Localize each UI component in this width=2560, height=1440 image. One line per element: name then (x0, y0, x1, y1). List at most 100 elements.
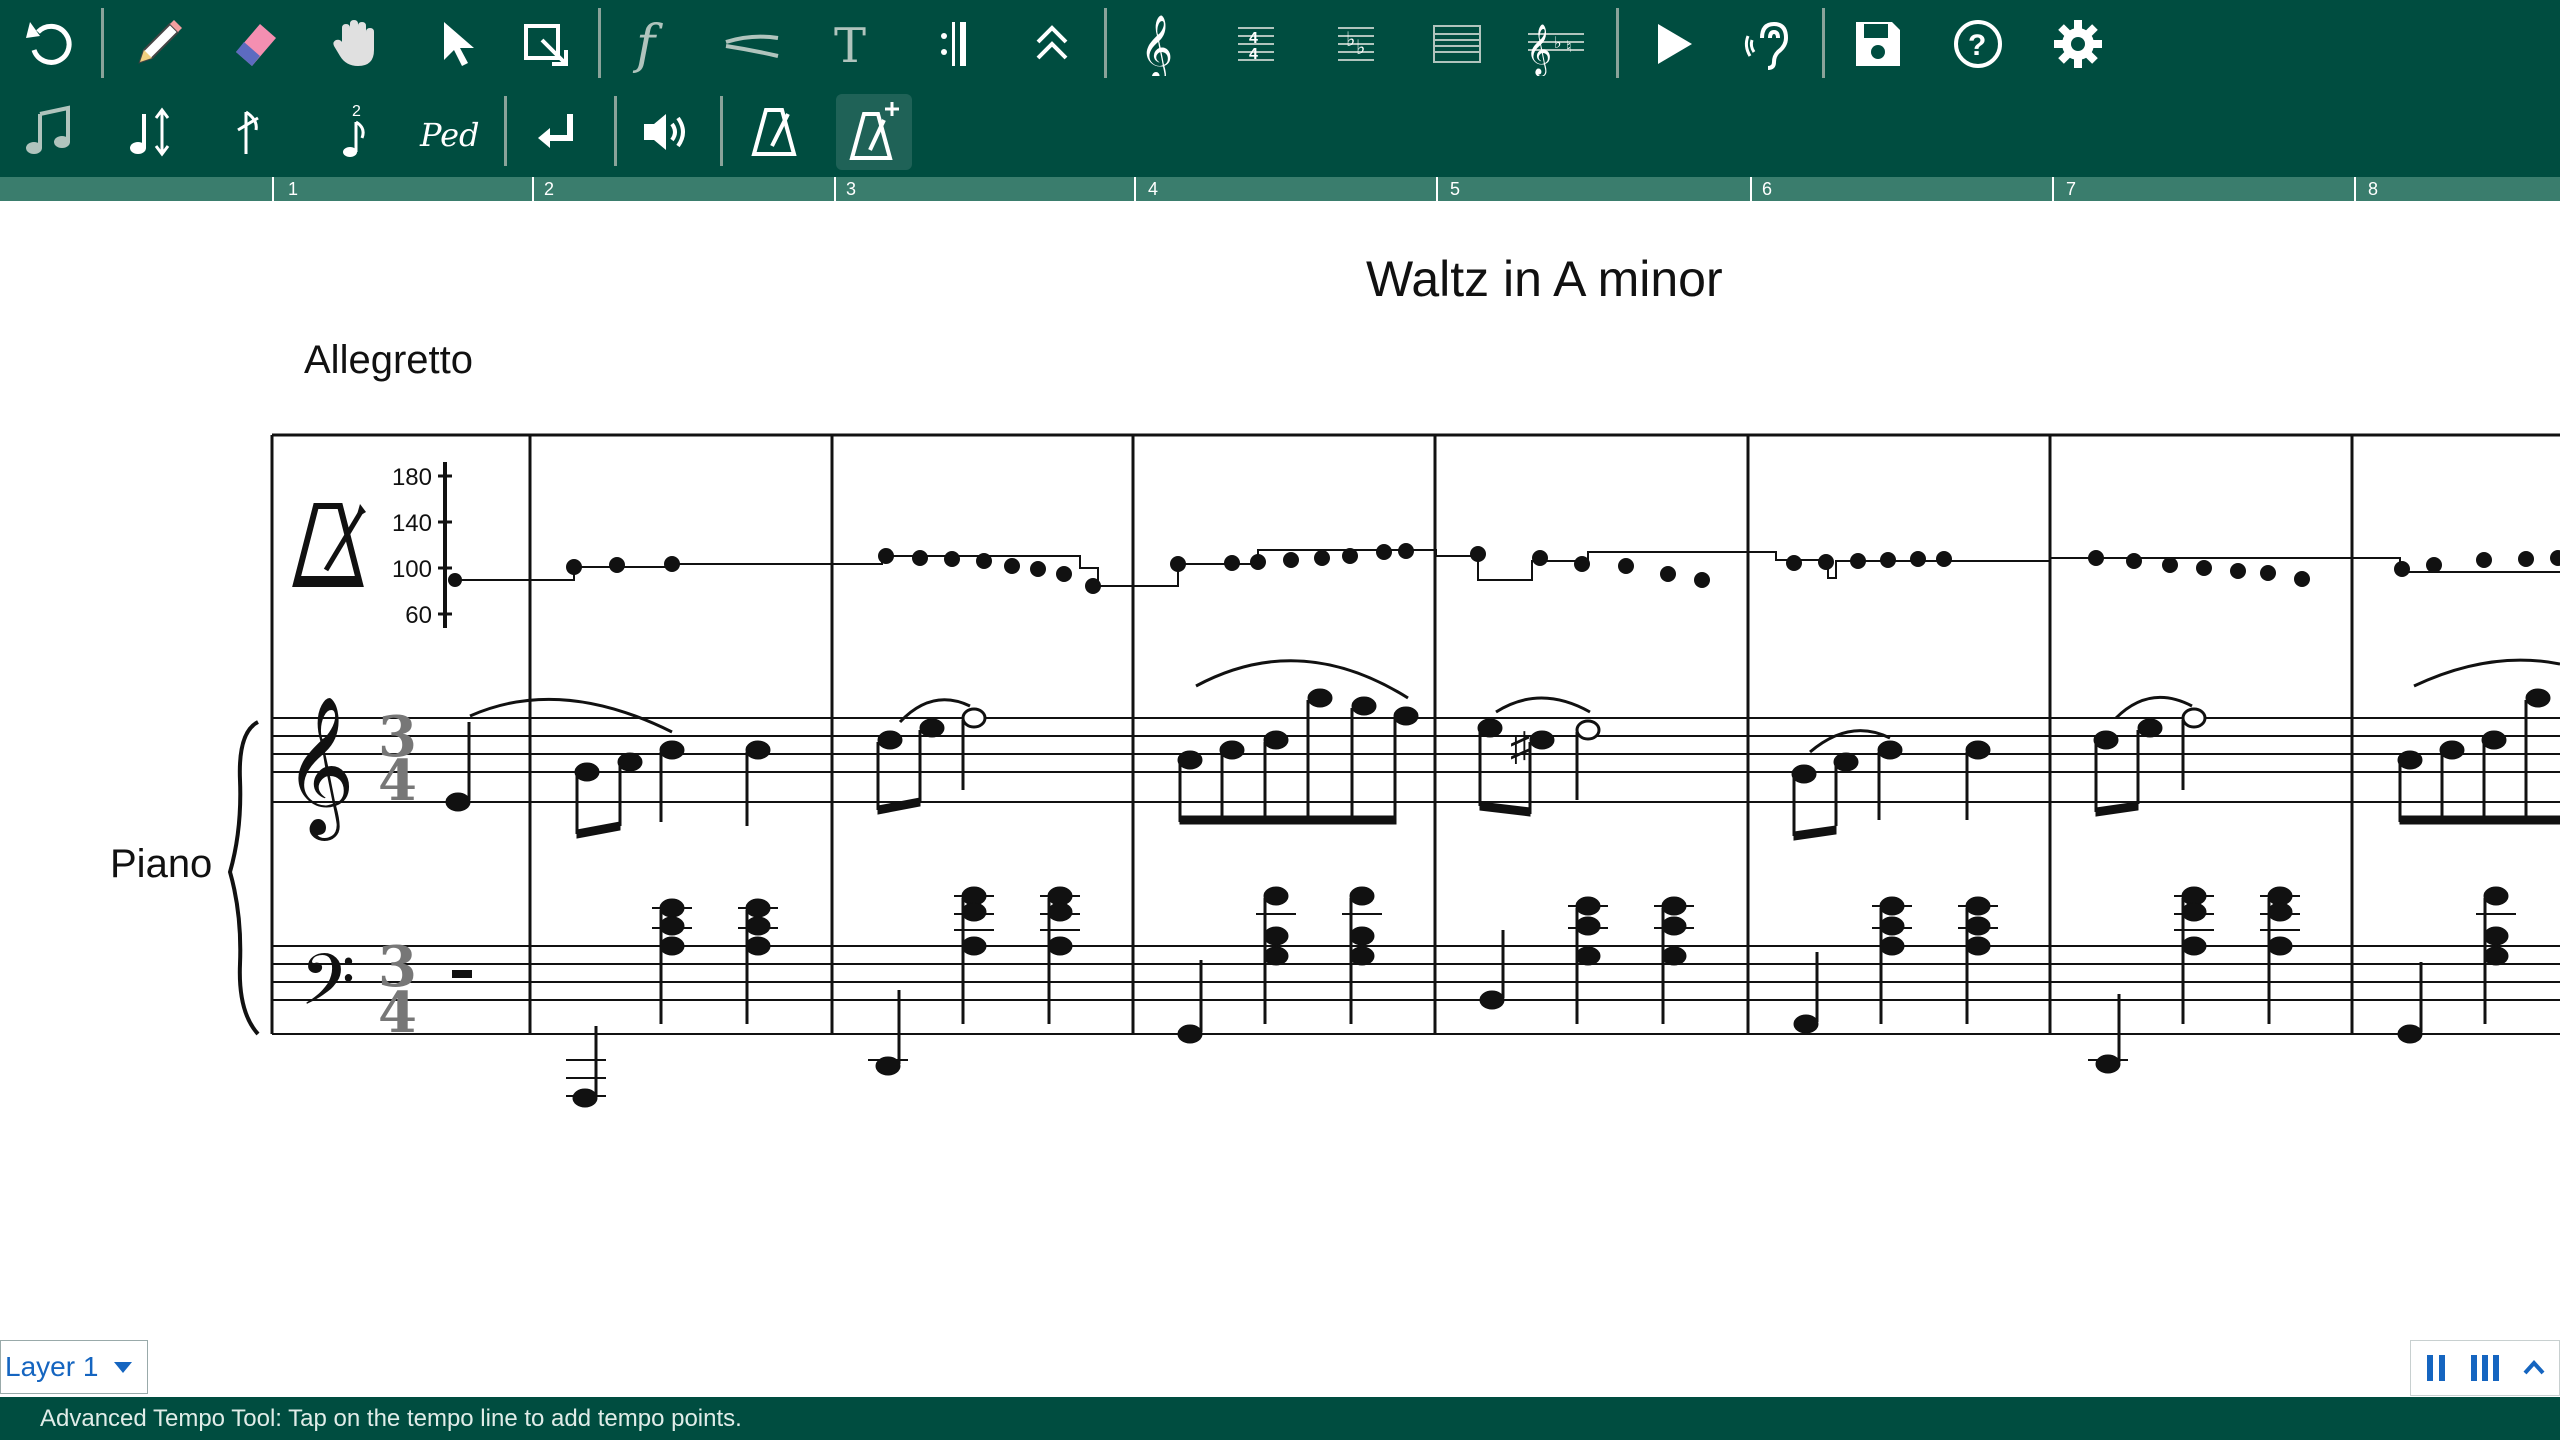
ruler-tick (532, 177, 534, 201)
metronome-icon (751, 108, 797, 156)
clef-button[interactable]: 𝄞 (1118, 6, 1194, 82)
box-select-button[interactable] (508, 6, 584, 82)
transpose-button[interactable] (112, 94, 188, 170)
three-bar-view-button[interactable] (2460, 1341, 2509, 1395)
score-canvas[interactable]: 180 140 100 60 𝄞 𝄢 3 4 3 4 ♯ (0, 201, 2560, 1335)
toolbar-separator (504, 96, 507, 166)
play-button[interactable] (1634, 6, 1710, 82)
treble-clef-icon: 𝄞 (284, 696, 355, 841)
articulation-icon (1036, 25, 1068, 60)
key-clef-icon: 𝄞 ♭ ♮ (1526, 25, 1584, 76)
select-button[interactable] (418, 6, 494, 82)
expand-button[interactable] (2510, 1341, 2559, 1395)
volume-button[interactable] (628, 94, 704, 170)
ruler-tick (1750, 177, 1752, 201)
repeat-barline-icon (941, 22, 966, 66)
svg-text:♮: ♮ (1566, 39, 1572, 56)
time-signature-button[interactable]: 44 (1218, 6, 1294, 82)
key-clef-button[interactable]: 𝄞 ♭ ♮ (1518, 6, 1594, 82)
key-signature-button[interactable]: ♭ ♭ (1318, 6, 1394, 82)
bass-staff[interactable] (272, 945, 2560, 1035)
ruler-measure-number: 8 (2368, 179, 2379, 199)
ruler-measure-number: 7 (2066, 179, 2077, 199)
treble-time-sig-bottom: 4 (378, 748, 417, 814)
undo-icon (26, 22, 72, 65)
pedal-button[interactable]: Ped. (412, 94, 488, 170)
svg-text:Ped.: Ped. (419, 116, 482, 154)
gear-icon (2054, 20, 2102, 68)
layer-label: Layer 1 (5, 1351, 99, 1382)
repeat-barline-button[interactable] (914, 6, 990, 82)
help-button[interactable]: ? (1940, 6, 2016, 82)
help-icon: ? (1954, 20, 2002, 68)
pencil-button[interactable] (120, 6, 196, 82)
svg-text:♭: ♭ (1356, 37, 1365, 59)
status-text: Advanced Tempo Tool: Tap on the tempo li… (40, 1404, 742, 1432)
eraser-icon (236, 24, 276, 66)
text-button[interactable]: T (814, 6, 890, 82)
view-controls (2410, 1340, 2560, 1396)
measure-ruler[interactable]: 1 2 3 4 5 6 7 8 (0, 177, 2560, 201)
sharp-accidental: ♯ (1510, 725, 1530, 769)
toolbar-separator (101, 8, 104, 78)
half-rest (452, 970, 472, 978)
fingering-button[interactable]: 2 (312, 94, 388, 170)
return-icon (538, 114, 573, 148)
treble-staff[interactable] (272, 717, 2560, 803)
svg-text:T: T (834, 18, 866, 74)
listen-button[interactable] (1734, 6, 1810, 82)
hairpin-button[interactable] (714, 6, 790, 82)
svg-text:4: 4 (1249, 46, 1258, 63)
undo-button[interactable] (12, 6, 88, 82)
play-icon (1658, 24, 1692, 64)
return-button[interactable] (518, 94, 594, 170)
tempo-axis-label: 60 (405, 602, 432, 629)
articulation-button[interactable] (1014, 6, 1090, 82)
ruler-measure-number: 1 (288, 179, 299, 199)
dynamics-button[interactable]: f (612, 6, 688, 82)
ruler-tick (272, 177, 274, 201)
ruler-tick (2354, 177, 2356, 201)
svg-text:2: 2 (352, 103, 361, 120)
grace-note-icon (237, 110, 259, 154)
pedal-icon: Ped. (419, 116, 482, 154)
ruler-tick (1134, 177, 1136, 201)
staff-lines-icon (1433, 25, 1481, 63)
advanced-tempo-button[interactable] (836, 94, 912, 170)
fingering-icon: 2 (343, 103, 365, 157)
volume-icon (644, 114, 685, 150)
status-bar: Advanced Tempo Tool: Tap on the tempo li… (0, 1397, 2560, 1440)
ruler-measure-number: 3 (846, 179, 857, 199)
toolbar-separator (614, 96, 617, 166)
toolbar-separator (1104, 8, 1107, 78)
key-signature-icon: ♭ ♭ (1338, 27, 1374, 61)
grace-note-button[interactable] (212, 94, 288, 170)
svg-text:4: 4 (1249, 30, 1258, 47)
tempo-axis: 180 140 100 60 (392, 462, 452, 629)
notes-button[interactable] (12, 94, 88, 170)
two-bars-icon (2426, 1355, 2445, 1381)
bass-notes[interactable] (452, 886, 2516, 1108)
hand-pan-button[interactable] (318, 6, 394, 82)
tempo-axis-label: 100 (392, 556, 432, 583)
transpose-icon (130, 107, 170, 157)
settings-button[interactable] (2040, 6, 2116, 82)
eraser-button[interactable] (218, 6, 294, 82)
text-icon: T (834, 18, 866, 74)
layer-selector[interactable]: Layer 1 (0, 1340, 148, 1394)
treble-notes[interactable]: ♯ (445, 658, 2560, 841)
tempo-points[interactable] (448, 543, 2560, 594)
notes-icon (26, 105, 70, 154)
svg-text:𝄞: 𝄞 (1526, 25, 1552, 76)
listen-icon (1744, 21, 1789, 70)
time-signature-icon: 44 (1238, 27, 1274, 63)
ruler-tick (834, 177, 836, 201)
chevron-down-icon (114, 1361, 133, 1373)
metronome-button[interactable] (736, 94, 812, 170)
hand-pan-icon (333, 20, 374, 66)
save-button[interactable] (1840, 6, 1916, 82)
staff-lines-button[interactable] (1418, 6, 1494, 82)
two-bar-view-button[interactable] (2411, 1341, 2460, 1395)
hairpin-icon (725, 34, 779, 58)
save-icon (1856, 22, 1900, 66)
